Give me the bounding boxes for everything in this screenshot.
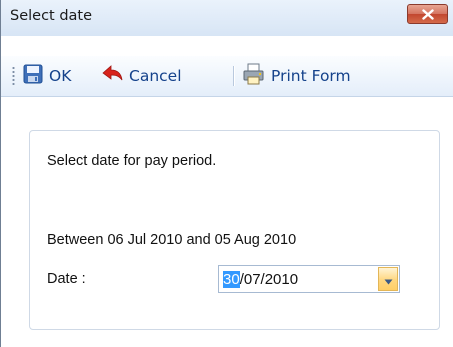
- window-title: Select date: [10, 8, 93, 24]
- back-arrow-icon: [101, 64, 123, 88]
- close-button[interactable]: [407, 4, 448, 24]
- title-bar: Select date: [1, 0, 453, 36]
- date-panel: Select date for pay period. Between 06 J…: [29, 130, 440, 330]
- date-input[interactable]: 30/07/2010: [223, 271, 298, 288]
- range-text: Between 06 Jul 2010 and 05 Aug 2010: [47, 232, 297, 248]
- ok-button[interactable]: OK: [23, 63, 71, 89]
- toolbar-separator: [233, 66, 235, 86]
- cancel-label: Cancel: [129, 67, 182, 85]
- print-form-icon: [243, 63, 265, 89]
- print-form-label: Print Form: [271, 67, 351, 85]
- instruction-text: Select date for pay period.: [47, 153, 217, 169]
- date-combo[interactable]: 30/07/2010: [218, 265, 400, 293]
- close-icon: [421, 8, 434, 20]
- date-day-selection: 30: [223, 271, 240, 288]
- save-icon: [23, 64, 43, 88]
- dialog-window: Select date OK Cancel Print Form Select …: [0, 0, 453, 347]
- print-form-button[interactable]: Print Form: [243, 63, 351, 89]
- date-rest: /07/2010: [239, 271, 299, 288]
- date-dropdown-button[interactable]: [378, 267, 398, 291]
- toolbar: OK Cancel Print Form: [1, 56, 453, 97]
- cancel-button[interactable]: Cancel: [101, 63, 182, 89]
- chevron-down-icon: [384, 270, 393, 289]
- date-label: Date :: [47, 271, 86, 287]
- ok-label: OK: [49, 67, 72, 85]
- toolbar-grip[interactable]: [12, 66, 15, 86]
